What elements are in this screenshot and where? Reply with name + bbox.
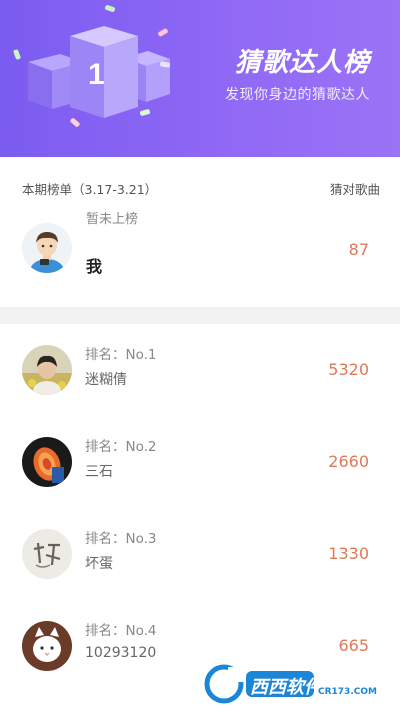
banner-title: 猜歌达人榜	[234, 48, 370, 78]
rank-name: 迷糊倩	[85, 372, 127, 388]
rank-row[interactable]: 排名：No.2 三石 2660	[0, 420, 400, 512]
header-banner: 1 猜歌达人榜 发现你身边的猜歌达人	[0, 0, 400, 157]
podium-number: 1	[88, 58, 105, 91]
my-status: 暂未上榜	[86, 212, 139, 227]
rank-label: 排名：No.3	[85, 531, 157, 547]
rank-score: 2660	[328, 452, 369, 471]
count-column-label: 猜对歌曲	[329, 182, 380, 197]
my-name: 我	[86, 257, 103, 276]
user-photo-icon	[22, 437, 72, 487]
my-rank-row[interactable]: 暂未上榜 我 87	[0, 199, 400, 307]
rank-score: 665	[338, 636, 369, 655]
rank-name: 三石	[85, 464, 113, 480]
period-label: 本期榜单（3.17-3.21）	[22, 182, 158, 197]
section-divider	[0, 307, 400, 324]
cat-icon	[22, 621, 72, 671]
avatar	[22, 529, 72, 579]
confetti-decoration	[104, 4, 116, 13]
rank-row[interactable]: 排名：No.3 坏蛋 1330	[0, 512, 400, 604]
avatar	[22, 345, 72, 395]
rank-row[interactable]: 排名：No.1 迷糊倩 5320	[0, 328, 400, 420]
my-score: 87	[348, 240, 369, 259]
rank-score: 5320	[328, 360, 369, 379]
avatar	[22, 437, 72, 487]
avatar	[22, 223, 72, 273]
rank-name: 坏蛋	[85, 556, 113, 572]
podium-illustration: 1	[28, 26, 170, 118]
rank-label: 排名：No.2	[85, 439, 157, 455]
user-photo-icon	[22, 345, 72, 395]
cartoon-user-icon	[22, 223, 72, 273]
user-photo-icon	[22, 529, 72, 579]
banner-subtitle: 发现你身边的猜歌达人	[225, 87, 370, 103]
watermark-url: CR173.COM	[318, 687, 377, 697]
rank-name: 10293120	[85, 645, 157, 661]
rank-score: 1330	[328, 544, 369, 563]
site-watermark: 西西软件园 CR173.COM	[202, 663, 392, 705]
avatar	[22, 621, 72, 671]
rank-label: 排名：No.4	[85, 623, 157, 639]
list-header: 本期榜单（3.17-3.21） 猜对歌曲	[0, 157, 400, 199]
rank-label: 排名：No.1	[85, 347, 157, 363]
